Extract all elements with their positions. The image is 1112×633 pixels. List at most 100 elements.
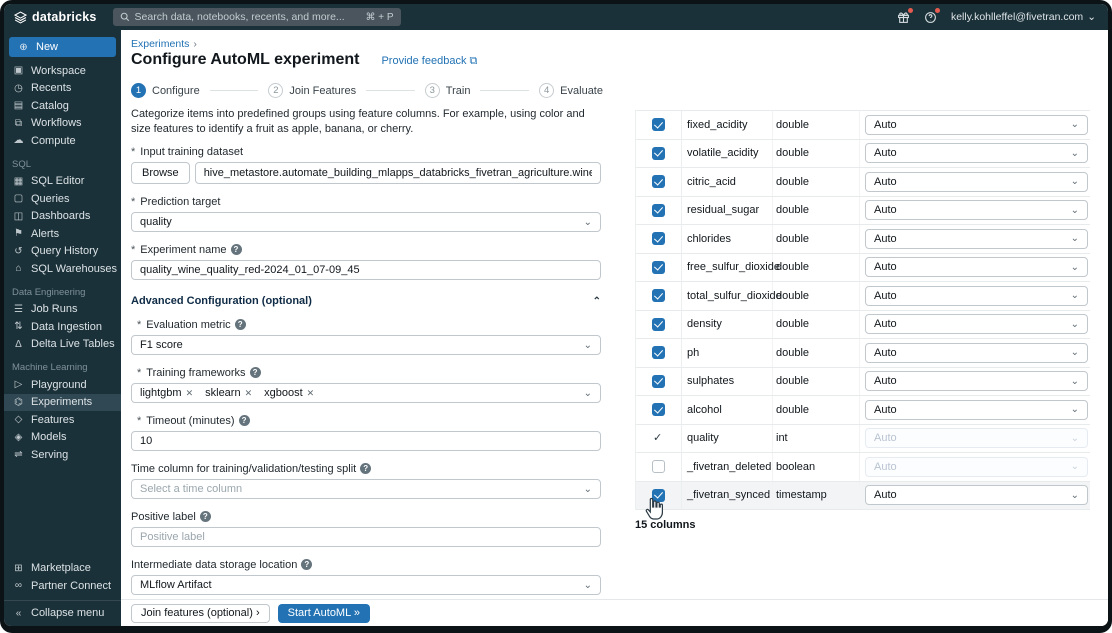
sidebar-item-collapse-menu[interactable]: « Collapse menu <box>4 605 121 623</box>
gift-icon[interactable] <box>897 8 913 24</box>
sidebar-item-recents[interactable]: ◷ Recents <box>4 80 121 98</box>
row-checkbox[interactable] <box>636 396 682 424</box>
chevron-down-icon: ⌄ <box>1070 233 1079 245</box>
sidebar-item-partner-connect[interactable]: ∞ Partner Connect <box>4 577 121 595</box>
sidebar-item-playground[interactable]: ▷ Playground <box>4 376 121 394</box>
training-dataset-input[interactable] <box>194 162 601 185</box>
chevron-up-icon[interactable]: ⌃ <box>593 296 601 307</box>
plus-circle-icon: ⊕ <box>19 41 28 53</box>
sidebar-item-queries[interactable]: ▢ Queries <box>4 190 121 208</box>
row-checkbox[interactable] <box>636 196 682 224</box>
imputation-select[interactable]: Auto ⌄ <box>865 257 1088 278</box>
remove-chip-icon[interactable]: ✕ <box>245 388 253 399</box>
help-icon[interactable]: ? <box>238 415 250 427</box>
join-features-button[interactable]: Join features (optional) › <box>131 603 270 623</box>
table-row: alcohol double Auto ⌄ <box>636 396 1090 425</box>
chevron-down-icon: ⌄ <box>583 387 592 399</box>
positive-label-input[interactable] <box>131 527 601 548</box>
help-icon[interactable]: ? <box>230 244 242 256</box>
global-search[interactable]: ⌘ + P <box>112 8 401 26</box>
sidebar-item-sql-warehouses[interactable]: ⌂ SQL Warehouses <box>4 260 121 278</box>
breadcrumb-link[interactable]: Experiments <box>131 38 189 50</box>
experiment-name-input[interactable] <box>131 260 601 281</box>
sidebar-item-new[interactable]: ⊕ New <box>9 37 116 57</box>
imputation-select[interactable]: Auto ⌄ <box>865 485 1088 506</box>
imputation-select[interactable]: Auto ⌄ <box>865 285 1088 306</box>
row-checkbox[interactable] <box>636 367 682 395</box>
timeout-label: * Timeout (minutes)? <box>131 414 601 427</box>
help-icon[interactable]: ? <box>199 511 211 523</box>
breadcrumb[interactable]: Experiments › <box>131 38 197 50</box>
sidebar-item-workspace[interactable]: ▣ Workspace <box>4 62 121 80</box>
sidebar-item-marketplace[interactable]: ⊞ Marketplace <box>4 560 121 578</box>
imputation-select[interactable]: Auto ⌄ <box>865 314 1088 335</box>
imputation-select[interactable]: Auto ⌄ <box>865 143 1088 164</box>
selected-value: Auto <box>874 318 897 331</box>
sidebar-item-data-ingestion[interactable]: ⇅ Data Ingestion <box>4 318 121 336</box>
sidebar-item-sql-editor[interactable]: ▦ SQL Editor <box>4 173 121 191</box>
sidebar-item-label: Delta Live Tables <box>31 338 115 351</box>
row-checkbox[interactable] <box>636 139 682 167</box>
row-checkbox[interactable] <box>636 282 682 310</box>
imputation-select[interactable]: Auto ⌄ <box>865 114 1088 135</box>
step-join-features[interactable]: 2 Join Features <box>268 83 356 98</box>
row-checkbox[interactable] <box>636 225 682 253</box>
user-menu[interactable]: kelly.kohlleffel@fivetran.com ⌄ <box>951 11 1096 23</box>
step-connector <box>366 90 415 91</box>
imputation-select[interactable]: Auto ⌄ <box>865 342 1088 363</box>
table-row: ph double Auto ⌄ <box>636 339 1090 368</box>
row-checkbox[interactable] <box>636 310 682 338</box>
row-checkbox[interactable] <box>636 168 682 196</box>
imputation-select[interactable]: Auto ⌄ <box>865 228 1088 249</box>
help-icon[interactable]: ? <box>301 559 313 571</box>
imputation-select[interactable]: Auto ⌄ <box>865 171 1088 192</box>
playground-icon: ▷ <box>14 379 23 391</box>
required-marker: * <box>137 318 142 331</box>
imputation-select[interactable]: Auto ⌄ <box>865 200 1088 221</box>
row-checkbox[interactable] <box>636 339 682 367</box>
sidebar-item-compute[interactable]: ☁ Compute <box>4 132 121 150</box>
sidebar-item-features[interactable]: ◇ Features <box>4 411 121 429</box>
start-automl-button[interactable]: Start AutoML » <box>277 603 370 623</box>
help-bubble-icon[interactable] <box>924 8 940 24</box>
step-configure[interactable]: 1 Configure <box>131 83 200 98</box>
input-training-dataset-label: * Input training dataset <box>131 145 244 158</box>
sidebar-item-catalog[interactable]: ▤ Catalog <box>4 97 121 115</box>
row-checkbox[interactable] <box>636 111 682 139</box>
storage-location-select[interactable]: MLflow Artifact ⌄ <box>131 575 601 596</box>
sidebar-item-job-runs[interactable]: ☰ Job Runs <box>4 301 121 319</box>
sidebar-item-label: Query History <box>31 245 99 258</box>
sidebar-item-models[interactable]: ◈ Models <box>4 429 121 447</box>
timeout-input[interactable] <box>131 431 601 452</box>
evaluation-metric-select[interactable]: F1 score ⌄ <box>131 335 601 356</box>
row-checkbox[interactable] <box>636 253 682 281</box>
advanced-configuration-header[interactable]: Advanced Configuration (optional) ⌃ <box>131 295 601 307</box>
databricks-logo[interactable]: databricks <box>14 10 97 24</box>
prediction-target-select[interactable]: quality ⌄ <box>131 212 601 233</box>
sidebar-item-delta-live-tables[interactable]: Δ Delta Live Tables <box>4 336 121 354</box>
sidebar-item-serving[interactable]: ⇌ Serving <box>4 446 121 464</box>
browse-button[interactable]: Browse <box>131 162 190 185</box>
training-frameworks-select[interactable]: lightgbm ✕ sklearn ✕ xgboost ✕ ⌄ <box>131 383 601 404</box>
step-evaluate[interactable]: 4 Evaluate <box>539 83 603 98</box>
help-icon[interactable]: ? <box>360 463 372 475</box>
help-icon[interactable]: ? <box>234 319 246 331</box>
selected-value: Auto <box>874 346 897 359</box>
sidebar-item-experiments[interactable]: ⌬ Experiments <box>4 393 121 411</box>
sidebar-item-dashboards[interactable]: ◫ Dashboards <box>4 208 121 226</box>
sidebar-item-query-history[interactable]: ↺ Query History <box>4 243 121 261</box>
row-checkbox[interactable] <box>636 453 682 481</box>
remove-chip-icon[interactable]: ✕ <box>307 388 315 399</box>
column-name: alcohol <box>682 396 773 424</box>
sidebar-item-workflows[interactable]: ⧉ Workflows <box>4 115 121 133</box>
imputation-select[interactable]: Auto ⌄ <box>865 399 1088 420</box>
search-input[interactable] <box>134 11 361 23</box>
help-icon[interactable]: ? <box>249 367 261 379</box>
step-train[interactable]: 3 Train <box>424 83 470 98</box>
sidebar-item-alerts[interactable]: ⚑ Alerts <box>4 225 121 243</box>
time-column-select[interactable]: Select a time column ⌄ <box>131 479 601 500</box>
remove-chip-icon[interactable]: ✕ <box>186 388 194 399</box>
provide-feedback-link[interactable]: Provide feedback ⧉ <box>381 55 477 68</box>
row-checkbox[interactable] <box>636 481 682 509</box>
imputation-select[interactable]: Auto ⌄ <box>865 371 1088 392</box>
